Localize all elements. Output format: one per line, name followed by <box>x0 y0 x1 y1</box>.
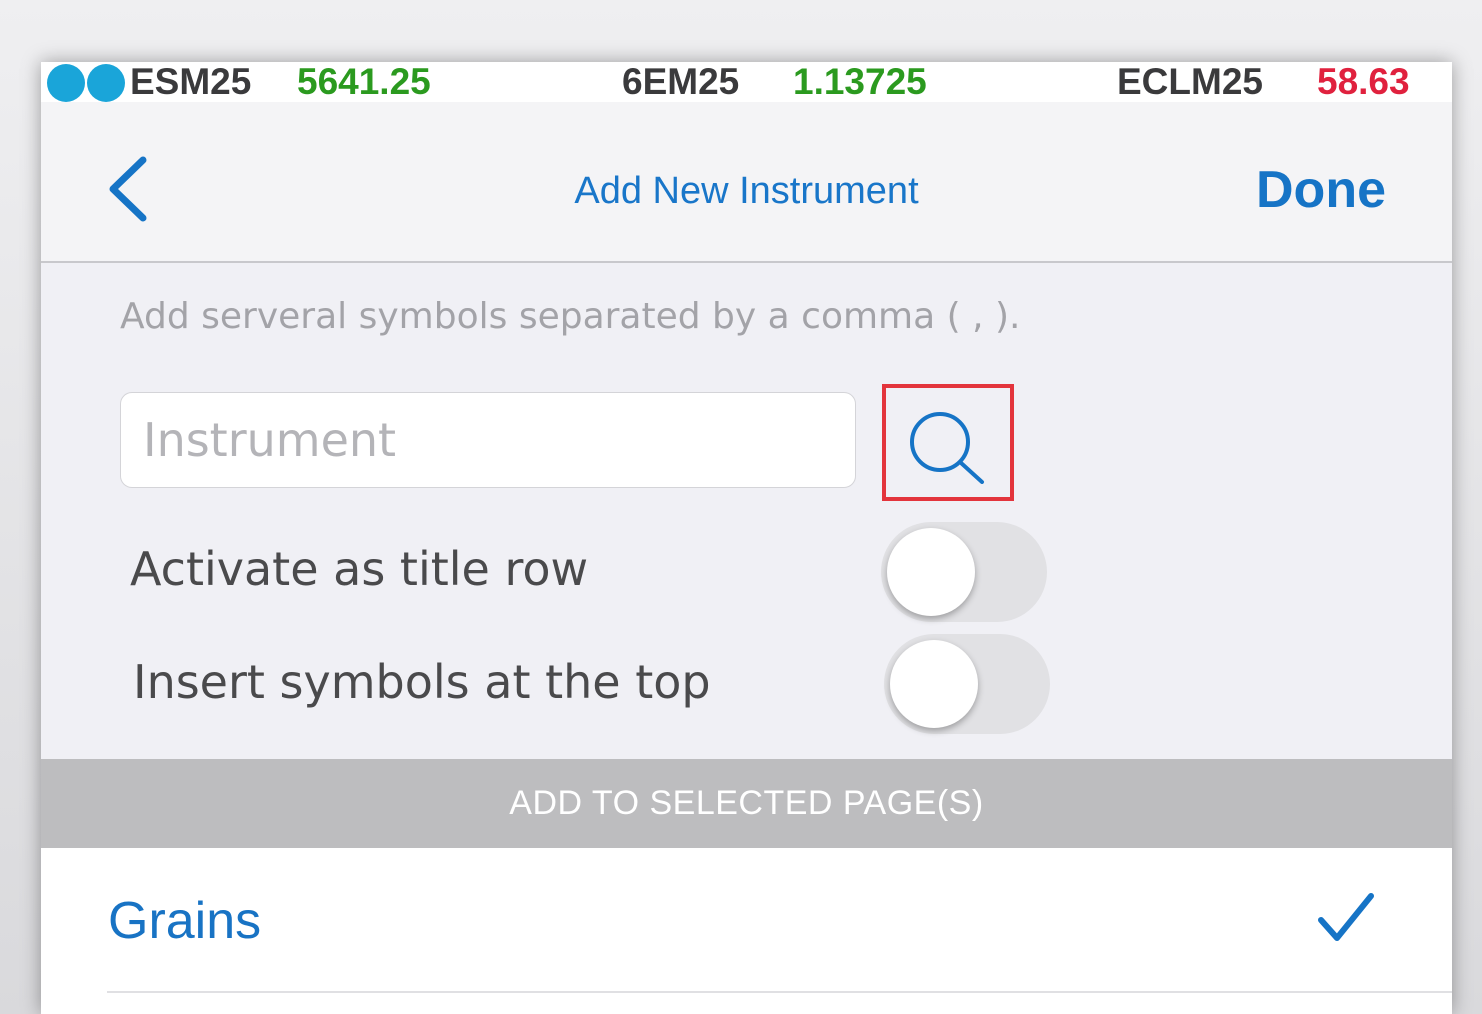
page-title: Add New Instrument <box>574 170 919 212</box>
list-item-grains[interactable]: Grains <box>41 848 1452 993</box>
toggle-knob <box>887 528 975 616</box>
ticker-symbol[interactable]: ECLM25 <box>1117 62 1263 102</box>
ticker-bar: ESM25 5641.25 6EM25 1.13725 ECLM25 58.63 <box>41 62 1452 102</box>
app-screen: ESM25 5641.25 6EM25 1.13725 ECLM25 58.63… <box>41 62 1452 1014</box>
list-item-label: Grains <box>108 892 262 950</box>
search-icon <box>910 412 984 484</box>
search-button[interactable] <box>882 384 1014 501</box>
insert-top-toggle[interactable] <box>884 634 1050 734</box>
title-row-label: Activate as title row <box>130 542 589 596</box>
checkmark-icon <box>1318 893 1374 941</box>
instrument-input[interactable] <box>120 392 856 488</box>
ticker-price: 58.63 <box>1317 62 1410 102</box>
navigation-bar: Add New Instrument Done <box>41 102 1452 263</box>
status-dot-icon <box>87 64 125 102</box>
section-header: ADD TO SELECTED PAGE(S) <box>41 759 1452 848</box>
ticker-price: 5641.25 <box>297 62 431 102</box>
status-dot-icon <box>47 64 85 102</box>
page-list: Grains <box>41 848 1452 1014</box>
ticker-price: 1.13725 <box>793 62 927 102</box>
toggle-knob <box>890 640 978 728</box>
ticker-symbol[interactable]: 6EM25 <box>622 62 739 102</box>
hint-text: Add serveral symbols separated by a comm… <box>120 296 1021 337</box>
list-divider <box>107 991 1452 993</box>
title-row-toggle[interactable] <box>881 522 1047 622</box>
window-frame: ESM25 5641.25 6EM25 1.13725 ECLM25 58.63… <box>0 0 1482 1014</box>
insert-top-label: Insert symbols at the top <box>133 655 711 709</box>
done-button[interactable]: Done <box>1256 160 1386 220</box>
ticker-symbol[interactable]: ESM25 <box>130 62 251 102</box>
